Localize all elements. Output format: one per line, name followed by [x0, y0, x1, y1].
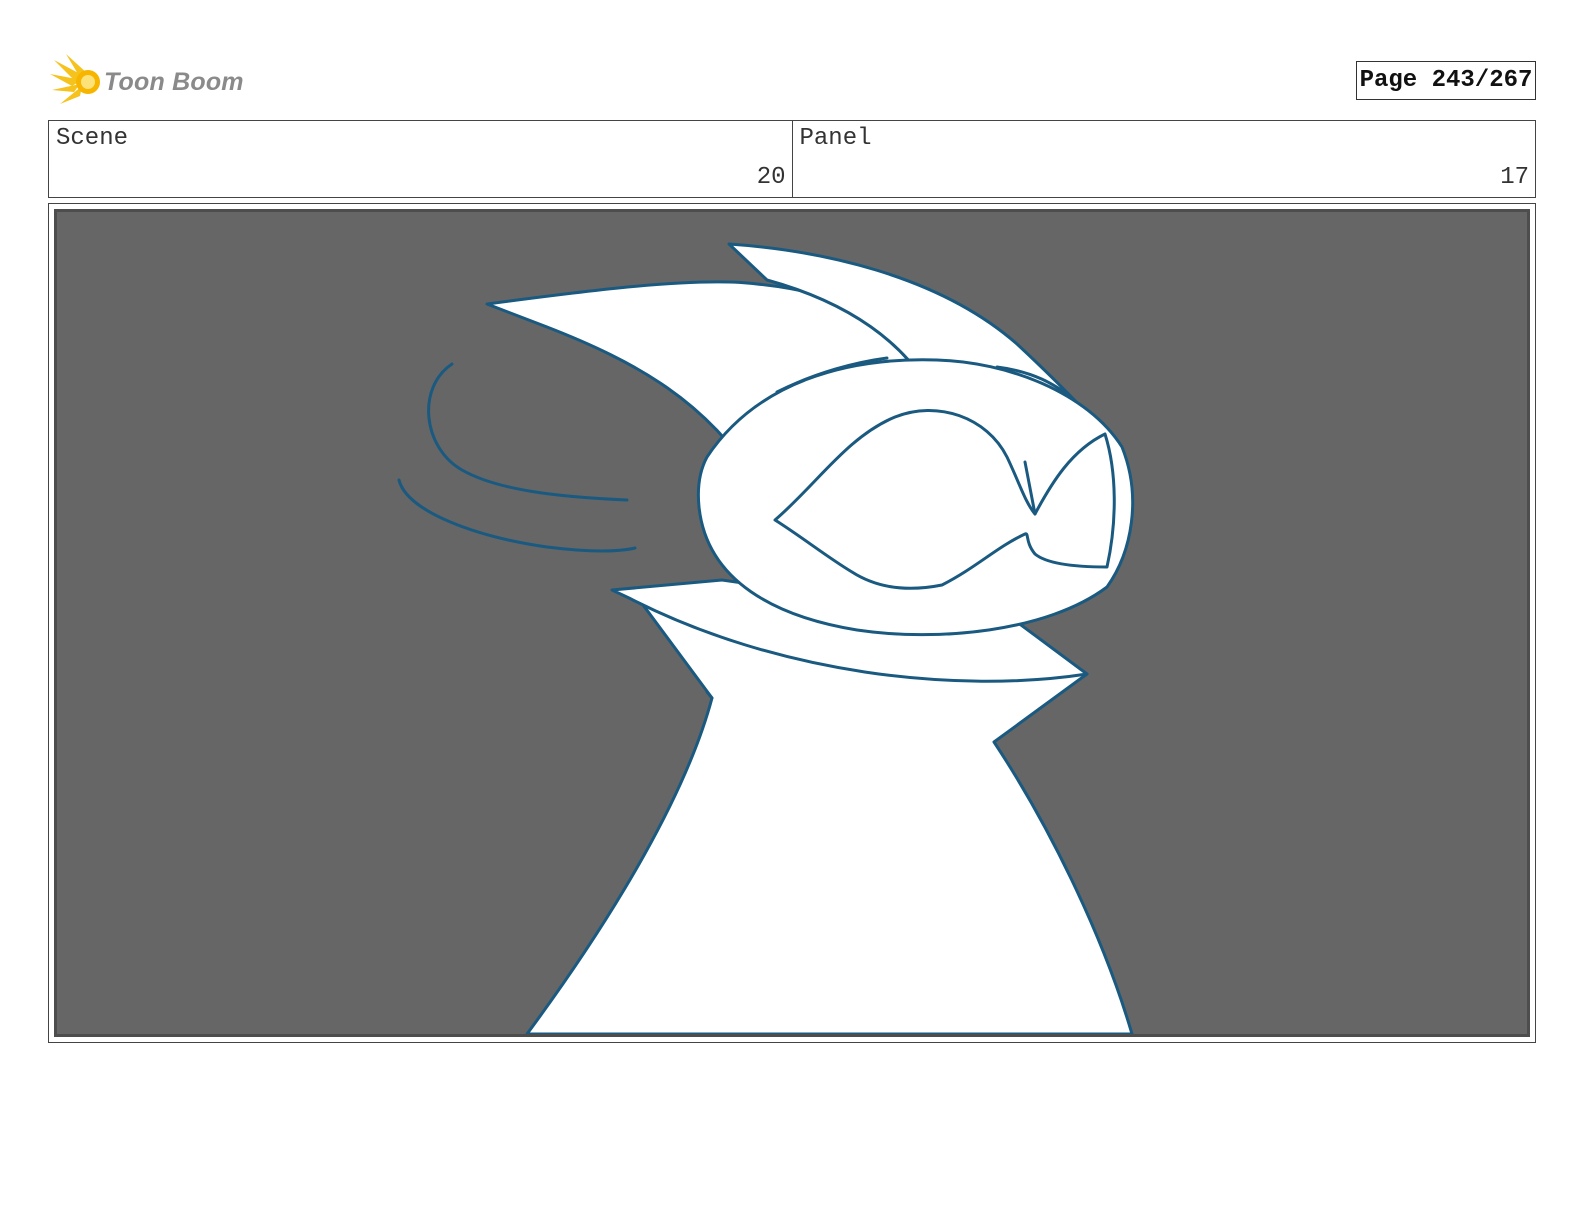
- panel-number: 17: [1500, 164, 1529, 191]
- toon-boom-burst-icon: [50, 54, 100, 104]
- scene-cell: Scene 20: [49, 121, 792, 197]
- panel-label: Panel: [799, 125, 872, 152]
- scene-panel-info: Scene 20 Panel 17: [48, 120, 1536, 198]
- panel-cell: Panel 17: [791, 121, 1536, 197]
- logo-text: Toon Boom: [104, 68, 244, 96]
- panel-artwork: [54, 209, 1530, 1037]
- scene-label: Scene: [56, 125, 129, 152]
- motion-line-top: [427, 362, 629, 502]
- motion-line-bottom: [397, 478, 637, 553]
- page-number: Page 243/267: [1356, 61, 1536, 100]
- scene-number: 20: [756, 164, 786, 191]
- toon-boom-logo: Toon Boom: [50, 54, 250, 108]
- character-sketch: [397, 242, 1135, 1034]
- storyboard-panel-frame: [48, 203, 1536, 1043]
